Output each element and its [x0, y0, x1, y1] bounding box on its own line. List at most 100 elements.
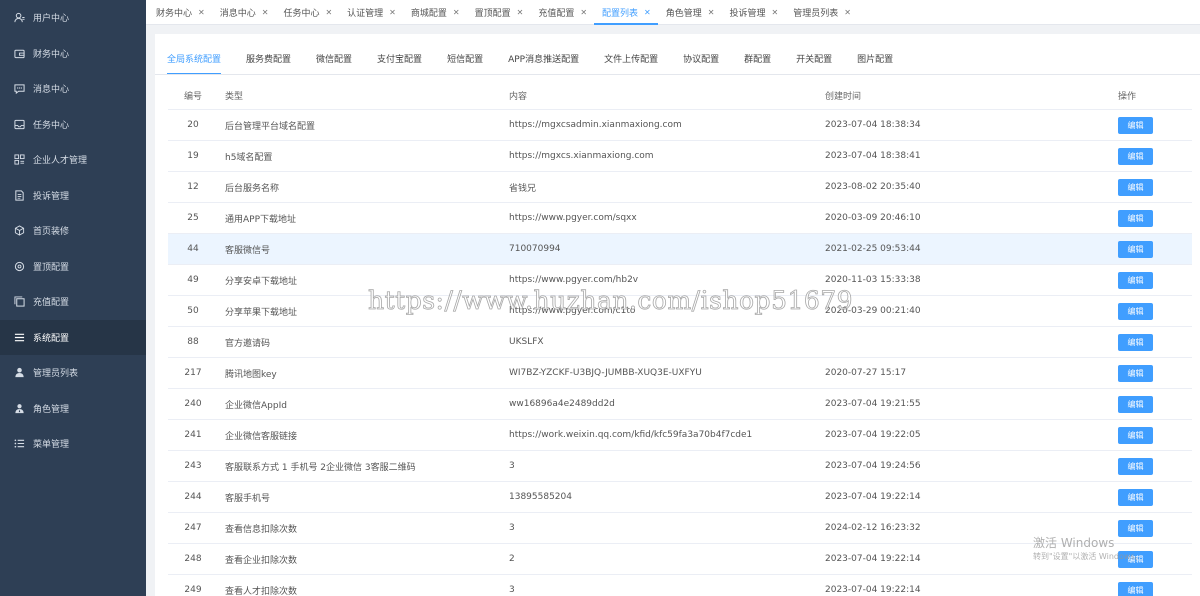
edit-button[interactable]: 编辑 — [1118, 457, 1153, 475]
cell-content: 710070994 — [509, 244, 561, 254]
top-tab-label: 财务中心 — [156, 8, 193, 19]
top-tab[interactable]: 置顶配置 ✕ — [467, 0, 531, 24]
sidebar-item[interactable]: 菜单管理 — [0, 426, 146, 462]
main-panel: 全局系统配置 服务费配置 微信配置 支付宝配置 短信配置 APP消息推送配置 文件上传配置 协… — [155, 34, 1200, 596]
cell-op: 编辑 — [1118, 209, 1192, 227]
sidebar-item[interactable]: 投诉管理 — [0, 178, 146, 214]
edit-button[interactable]: 编辑 — [1118, 519, 1153, 537]
header-time: 创建时间 — [825, 92, 862, 102]
config-sub-tab[interactable]: 全局系统配置 — [167, 50, 222, 75]
close-icon[interactable]: ✕ — [453, 8, 460, 17]
cell-time: 2023-07-04 19:22:14 — [825, 554, 921, 564]
edit-button[interactable]: 编辑 — [1118, 550, 1153, 568]
top-tab-label: 认证管理 — [347, 8, 384, 19]
cell-content: 13895585204 — [509, 492, 572, 502]
menu-icon — [14, 332, 25, 343]
edit-button[interactable]: 编辑 — [1118, 488, 1153, 506]
close-icon[interactable]: ✕ — [580, 8, 587, 17]
edit-button[interactable]: 编辑 — [1118, 364, 1153, 382]
sidebar-item[interactable]: 系统配置 — [0, 319, 146, 355]
cell-content: 2 — [509, 554, 515, 564]
top-tab[interactable]: 充值配置 ✕ — [530, 0, 594, 24]
close-icon[interactable]: ✕ — [517, 8, 524, 17]
edit-button[interactable]: 编辑 — [1118, 302, 1153, 320]
sidebar-item[interactable]: 角色管理 — [0, 391, 146, 427]
cell-time: 2023-07-04 18:38:34 — [825, 120, 921, 130]
sidebar-item[interactable]: 首页装修 — [0, 213, 146, 249]
cell-type: 查看信息扣除次数 — [225, 524, 298, 535]
config-sub-tab[interactable]: 微信配置 — [316, 50, 352, 70]
top-tab[interactable]: 角色管理 ✕ — [658, 0, 722, 24]
cell-op: 编辑 — [1118, 395, 1192, 413]
cell-id: 44 — [187, 244, 199, 254]
cell-type: 企业微信AppId — [225, 400, 287, 411]
sidebar-item[interactable]: 消息中心 — [0, 71, 146, 107]
edit-button[interactable]: 编辑 — [1118, 240, 1153, 258]
config-sub-tab[interactable]: 协议配置 — [683, 50, 719, 70]
cell-content: UKSLFX — [509, 337, 544, 347]
sidebar-item-label: 投诉管理 — [33, 191, 70, 202]
table-row: 217 腾讯地图key WI7BZ-YZCKF-U3BJQ-JUMBB-XUQ3E-… — [168, 358, 1192, 389]
cell-time: 2023-08-02 20:35:40 — [825, 182, 921, 192]
config-sub-tab[interactable]: 群配置 — [744, 50, 771, 70]
sidebar-item[interactable]: 充值配置 — [0, 284, 146, 320]
config-sub-tab[interactable]: 文件上传配置 — [604, 50, 658, 70]
cell-type: 通用APP下载地址 — [225, 214, 297, 225]
config-sub-tab[interactable]: 支付宝配置 — [377, 50, 422, 70]
edit-button[interactable]: 编辑 — [1118, 581, 1153, 596]
sidebar-item[interactable]: 置顶配置 — [0, 249, 146, 285]
top-tab[interactable]: 任务中心 ✕ — [275, 0, 339, 24]
close-icon[interactable]: ✕ — [389, 8, 396, 17]
cell-content: https://www.pgyer.com/c1to — [509, 306, 636, 316]
cell-content: https://www.pgyer.com/sqxx — [509, 213, 637, 223]
sidebar-item[interactable]: 任务中心 — [0, 107, 146, 143]
sidebar-item[interactable]: 管理员列表 — [0, 355, 146, 391]
sidebar-item[interactable]: 用户中心 — [0, 0, 146, 36]
config-sub-tab[interactable]: 开关配置 — [796, 50, 832, 70]
top-tab[interactable]: 财务中心 ✕ — [148, 0, 212, 24]
top-tab[interactable]: 商城配置 ✕ — [403, 0, 467, 24]
top-tab-bar: 财务中心 ✕ 消息中心 ✕ 任务中心 ✕ 认证管理 ✕ 商城配置 ✕ 置顶配置 ✕ 充值配置 ✕ 配置列表 ✕… — [146, 0, 1200, 25]
close-icon[interactable]: ✕ — [844, 8, 851, 17]
close-icon[interactable]: ✕ — [708, 8, 715, 17]
edit-button[interactable]: 编辑 — [1118, 147, 1153, 165]
cell-time: 2023-07-04 18:38:41 — [825, 151, 921, 161]
close-icon[interactable]: ✕ — [198, 8, 205, 17]
top-tab[interactable]: 管理员列表 ✕ — [785, 0, 858, 24]
top-tab[interactable]: 认证管理 ✕ — [339, 0, 403, 24]
edit-button[interactable]: 编辑 — [1118, 209, 1153, 227]
edit-button[interactable]: 编辑 — [1118, 178, 1153, 196]
sidebar-item-label: 菜单管理 — [33, 440, 70, 451]
close-icon[interactable]: ✕ — [771, 8, 778, 17]
edit-button[interactable]: 编辑 — [1118, 426, 1153, 444]
edit-button[interactable]: 编辑 — [1118, 395, 1153, 413]
close-icon[interactable]: ✕ — [262, 8, 269, 17]
sidebar-item[interactable]: 企业人才管理 — [0, 142, 146, 178]
role-icon — [14, 403, 25, 414]
config-sub-tab[interactable]: 图片配置 — [857, 50, 893, 70]
edit-button[interactable]: 编辑 — [1118, 333, 1153, 351]
sidebar-item[interactable]: 财务中心 — [0, 36, 146, 72]
cell-content: https://mgxcsadmin.xianmaxiong.com — [509, 120, 682, 130]
config-sub-tab[interactable]: 短信配置 — [447, 50, 483, 70]
table-row: 241 企业微信客服链接 https://work.weixin.qq.com/kf… — [168, 420, 1192, 451]
close-icon[interactable]: ✕ — [644, 8, 651, 17]
edit-button[interactable]: 编辑 — [1118, 116, 1153, 134]
cell-type: 分享安卓下载地址 — [225, 276, 298, 287]
top-tab[interactable]: 投诉管理 ✕ — [721, 0, 785, 24]
close-icon[interactable]: ✕ — [325, 8, 332, 17]
cell-content: https://work.weixin.qq.com/kfid/kfc59fa3… — [509, 430, 753, 440]
cell-op: 编辑 — [1118, 240, 1192, 258]
top-tab[interactable]: 消息中心 ✕ — [212, 0, 276, 24]
top-tab-label: 配置列表 — [602, 8, 639, 19]
sidebar-item-label: 企业人才管理 — [33, 156, 88, 167]
config-sub-tab[interactable]: APP消息推送配置 — [508, 50, 579, 70]
config-sub-tab[interactable]: 服务费配置 — [246, 50, 291, 70]
cell-content: https://www.pgyer.com/hb2v — [509, 275, 639, 285]
top-tab[interactable]: 配置列表 ✕ — [594, 0, 658, 25]
header-type: 类型 — [225, 92, 244, 102]
cell-content: 3 — [509, 585, 515, 595]
cell-type: 后台管理平台域名配置 — [225, 121, 316, 132]
cell-type: 查看企业扣除次数 — [225, 555, 298, 566]
edit-button[interactable]: 编辑 — [1118, 271, 1153, 289]
